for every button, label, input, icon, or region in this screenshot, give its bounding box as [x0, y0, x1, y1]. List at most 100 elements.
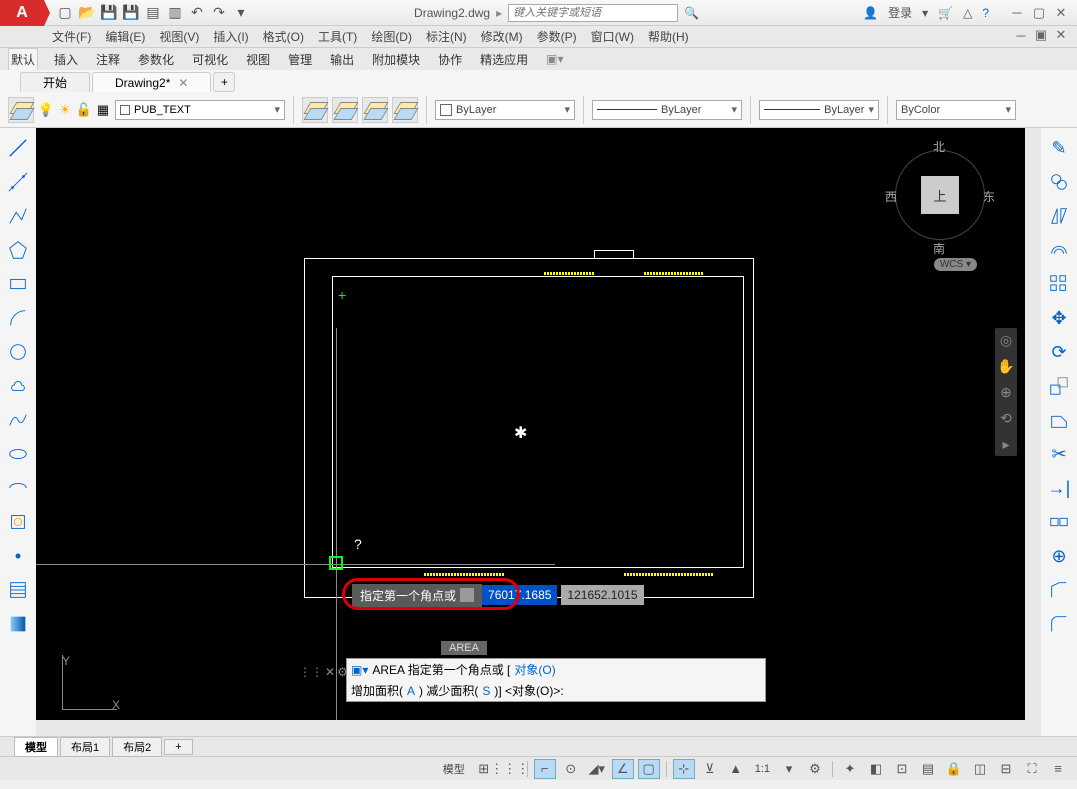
layer-states-button[interactable] [302, 97, 328, 123]
line-tool[interactable] [4, 134, 32, 162]
vertical-scrollbar[interactable] [1025, 128, 1041, 720]
revcloud-tool[interactable] [4, 372, 32, 400]
menu-parametric[interactable]: 参数(P) [537, 28, 577, 45]
menu-format[interactable]: 格式(O) [263, 28, 304, 45]
search-icon[interactable]: 🔍 [684, 6, 699, 20]
viewcube-south[interactable]: 南 [933, 240, 945, 257]
nav-orbit-icon[interactable]: ⟲ [998, 410, 1014, 426]
tab-visualize[interactable]: 可视化 [190, 49, 230, 70]
xline-tool[interactable] [4, 168, 32, 196]
minimize-button[interactable]: ─ [1009, 6, 1025, 20]
chamfer-tool[interactable] [1045, 576, 1073, 604]
join-tool[interactable]: ⊕ [1045, 542, 1073, 570]
lineweight-dropdown[interactable]: ByLayer▾ [759, 100, 879, 120]
viewcube-east[interactable]: 东 [983, 188, 995, 205]
tab-collab[interactable]: 协作 [436, 49, 464, 70]
fillet-tool[interactable] [1045, 610, 1073, 638]
undo-icon[interactable]: ↶ [188, 4, 206, 22]
gear-icon[interactable]: ⚙ [804, 759, 826, 779]
drawing-canvas[interactable]: 上 北 南 东 西 WCS ▾ ◎ ✋ ⊕ ⟲ ▸ [36, 128, 1025, 720]
menu-insert[interactable]: 插入(I) [213, 28, 248, 45]
hatch-tool[interactable] [4, 576, 32, 604]
layer-prev-button[interactable] [362, 97, 388, 123]
polygon-tool[interactable] [4, 236, 32, 264]
plot-icon[interactable]: ▥ [166, 4, 184, 22]
trim-tool[interactable]: ✂ [1045, 440, 1073, 468]
nav-show-icon[interactable]: ▸ [998, 436, 1014, 452]
viewcube[interactable]: 上 北 南 东 西 [885, 138, 995, 268]
stretch-tool[interactable] [1045, 406, 1073, 434]
tab-addins[interactable]: 附加模块 [370, 49, 422, 70]
quickprops-icon[interactable]: ▤ [917, 759, 939, 779]
doc-minimize-button[interactable]: ─ [1013, 28, 1029, 42]
menu-modify[interactable]: 修改(M) [481, 28, 523, 45]
lock-icon[interactable]: 🔓 [76, 102, 92, 118]
file-tab-drawing[interactable]: Drawing2* ✕ [92, 72, 211, 92]
qat-more-icon[interactable]: ▾ [232, 4, 250, 22]
new-tab-button[interactable]: + [213, 72, 235, 92]
horizontal-scrollbar[interactable] [36, 720, 1041, 736]
nav-wheel-icon[interactable]: ◎ [998, 332, 1014, 348]
annotation-monitor-icon[interactable]: ◧ [865, 759, 887, 779]
doc-restore-button[interactable]: ▣ [1033, 28, 1049, 42]
layer-properties-button[interactable] [8, 97, 34, 123]
linetype-dropdown[interactable]: ByLayer▾ [592, 100, 742, 120]
cart-icon[interactable]: 🛒 [938, 6, 953, 20]
layer-dropdown[interactable]: PUB_TEXT ▾ [115, 100, 285, 120]
tab-annotate[interactable]: 注释 [94, 49, 122, 70]
lock-ui-icon[interactable]: 🔒 [943, 759, 965, 779]
rectangle-tool[interactable] [4, 270, 32, 298]
snap-toggle[interactable]: ⋮⋮⋮ [499, 759, 521, 779]
polyline-tool[interactable] [4, 202, 32, 230]
viewcube-west[interactable]: 西 [885, 188, 897, 205]
osnap-toggle[interactable]: ∠ [612, 759, 634, 779]
layout-tab-2[interactable]: 布局2 [112, 737, 162, 757]
doc-close-button[interactable]: ✕ [1053, 28, 1069, 42]
otrack-toggle[interactable]: ▢ [638, 759, 660, 779]
layer-match-button[interactable] [392, 97, 418, 123]
close-button[interactable]: ✕ [1053, 6, 1069, 20]
menu-dimension[interactable]: 标注(N) [426, 28, 467, 45]
share-icon[interactable]: △ [963, 6, 972, 20]
menu-edit[interactable]: 编辑(E) [105, 28, 145, 45]
erase-tool[interactable]: ✎ [1045, 134, 1073, 162]
block-tool[interactable] [4, 508, 32, 536]
cmd-config-icon[interactable]: ⚙ [337, 665, 348, 679]
redo-icon[interactable]: ↷ [210, 4, 228, 22]
dynamic-y-input[interactable]: 121652.1015 [561, 585, 643, 605]
move-tool[interactable]: ✥ [1045, 304, 1073, 332]
saveas-icon[interactable]: 💾 [122, 4, 140, 22]
command-input-line[interactable]: 增加面积(A) 减少面积(S)] <对象(O)>: [347, 680, 765, 701]
command-line[interactable]: AREA ⋮⋮ ✕ ⚙ ▣▾ AREA 指定第一个角点或 [对象(O) 增加面积… [346, 658, 766, 702]
copy-tool[interactable] [1045, 168, 1073, 196]
menu-view[interactable]: 视图(V) [159, 28, 199, 45]
tab-extra-icon[interactable]: ▣▾ [544, 50, 565, 68]
dynamic-input-toggle[interactable]: ⊹ [673, 759, 695, 779]
ellipse-tool[interactable] [4, 440, 32, 468]
point-tool[interactable]: • [4, 542, 32, 570]
gradient-tool[interactable] [4, 610, 32, 638]
app-menu-button[interactable]: A [0, 0, 44, 26]
save-icon[interactable]: 💾 [100, 4, 118, 22]
layer-iso-button[interactable] [332, 97, 358, 123]
layout-tab-1[interactable]: 布局1 [60, 737, 110, 757]
new-icon[interactable]: ▢ [56, 4, 74, 22]
mirror-tool[interactable] [1045, 202, 1073, 230]
cmd-close-icon[interactable]: ✕ [325, 665, 335, 679]
login-button[interactable]: 登录 [888, 4, 912, 21]
cmd-grip-icon[interactable]: ⋮⋮ [299, 665, 323, 679]
circle-tool[interactable] [4, 338, 32, 366]
viewcube-north[interactable]: 北 [933, 138, 945, 155]
offset-tool[interactable] [1045, 236, 1073, 264]
tab-default[interactable]: 默认 [8, 48, 38, 70]
dynamic-x-input[interactable]: 76017.1685 [482, 585, 557, 605]
lineweight-toggle[interactable]: ⊻ [699, 759, 721, 779]
login-dropdown-icon[interactable]: ▾ [922, 6, 928, 20]
customize-icon[interactable]: ≡ [1047, 759, 1069, 779]
bulb-icon[interactable]: 💡 [38, 102, 54, 118]
rotate-tool[interactable]: ⟳ [1045, 338, 1073, 366]
transparency-toggle[interactable]: ▲ [725, 759, 747, 779]
extend-tool[interactable]: →| [1045, 474, 1073, 502]
ortho-toggle[interactable]: ⌐ [534, 759, 556, 779]
units-icon[interactable]: ⊡ [891, 759, 913, 779]
